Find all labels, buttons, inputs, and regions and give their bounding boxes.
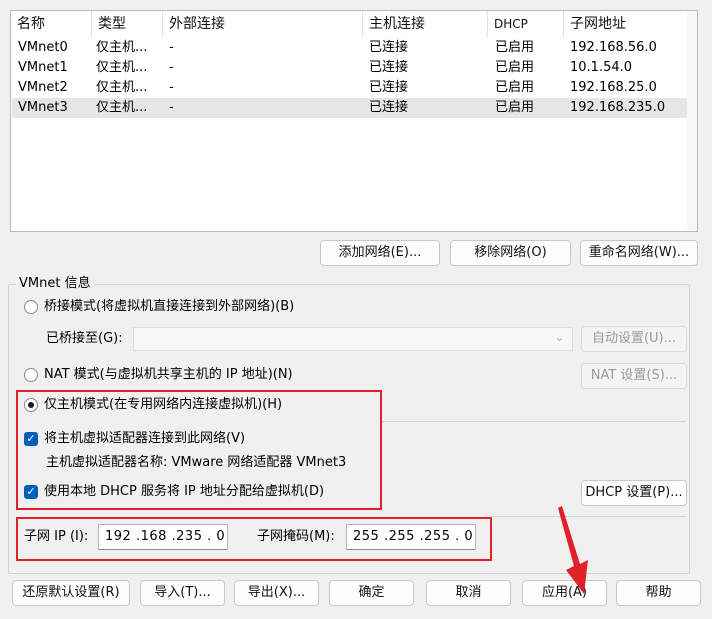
chevron-down-icon: ⌄ [554, 331, 564, 344]
group-title: VMnet 信息 [16, 275, 94, 293]
highlight-subnet-box [16, 517, 492, 561]
cell-subnet: 192.168.56.0 [570, 40, 657, 55]
bridged-to-dropdown[interactable]: ⌄ [133, 327, 573, 351]
rename-network-button[interactable]: 重命名网络(W)... [580, 240, 698, 266]
restore-defaults-button[interactable]: 还原默认设置(R) [12, 580, 130, 606]
cell-host: 已连接 [369, 100, 409, 115]
bridged-to-label: 已桥接至(G): [46, 331, 123, 346]
nat-radio[interactable] [24, 368, 38, 382]
table-row[interactable]: VMnet0 仅主机... - 已连接 已启用 192.168.56.0 [12, 38, 687, 58]
cell-host: 已连接 [369, 40, 409, 55]
cell-host: 已连接 [369, 80, 409, 95]
import-button[interactable]: 导入(T)... [140, 580, 225, 606]
cell-type: 仅主机... [96, 100, 148, 115]
network-list[interactable]: 名称 类型 外部连接 主机连接 DHCP 子网地址 VMnet0 仅主机... - 已… [10, 10, 698, 232]
remove-network-button[interactable]: 移除网络(O) [450, 240, 571, 266]
add-network-button[interactable]: 添加网络(E)... [320, 240, 440, 266]
divider [380, 421, 686, 422]
cell-subnet: 192.168.25.0 [570, 80, 657, 95]
bridged-radio[interactable] [24, 300, 38, 314]
col-header-name[interactable]: 名称 [11, 11, 91, 37]
cell-name: VMnet0 [18, 40, 68, 55]
cell-name: VMnet1 [18, 60, 68, 75]
cell-name: VMnet2 [18, 80, 68, 95]
export-button[interactable]: 导出(X)... [234, 580, 319, 606]
annotation-arrow-icon [558, 506, 588, 594]
col-header-subnet[interactable]: 子网地址 [563, 11, 687, 37]
cell-external: - [169, 100, 174, 115]
cell-type: 仅主机... [96, 40, 148, 55]
cell-external: - [169, 40, 174, 55]
table-scrollbar[interactable] [687, 11, 697, 231]
table-row[interactable]: VMnet2 仅主机... - 已连接 已启用 192.168.25.0 [12, 78, 687, 98]
col-header-external[interactable]: 外部连接 [162, 11, 362, 37]
cell-host: 已连接 [369, 60, 409, 75]
help-button[interactable]: 帮助 [616, 580, 701, 606]
table-row[interactable]: VMnet1 仅主机... - 已连接 已启用 10.1.54.0 [12, 58, 687, 78]
auto-settings-button[interactable]: 自动设置(U)... [581, 326, 687, 352]
cell-type: 仅主机... [96, 60, 148, 75]
bridged-radio-label[interactable]: 桥接模式(将虚拟机直接连接到外部网络)(B) [44, 298, 294, 316]
cell-external: - [169, 80, 174, 95]
cell-subnet: 10.1.54.0 [570, 60, 633, 75]
cell-type: 仅主机... [96, 80, 148, 95]
highlight-host-only-box [16, 390, 382, 510]
cancel-button[interactable]: 取消 [426, 580, 511, 606]
cell-subnet: 192.168.235.0 [570, 100, 666, 115]
cell-external: - [169, 60, 174, 75]
nat-settings-button[interactable]: NAT 设置(S)... [581, 363, 687, 389]
cell-dhcp: 已启用 [495, 80, 535, 95]
cell-dhcp: 已启用 [495, 40, 535, 55]
nat-radio-label[interactable]: NAT 模式(与虚拟机共享主机的 IP 地址)(N) [44, 366, 293, 384]
cell-dhcp: 已启用 [495, 60, 535, 75]
ok-button[interactable]: 确定 [329, 580, 414, 606]
col-header-dhcp[interactable]: DHCP [487, 11, 563, 37]
table-row[interactable]: VMnet3 仅主机... - 已连接 已启用 192.168.235.0 [12, 98, 687, 118]
cell-name: VMnet3 [18, 100, 68, 115]
col-header-host[interactable]: 主机连接 [362, 11, 487, 37]
col-header-type[interactable]: 类型 [91, 11, 162, 37]
cell-dhcp: 已启用 [495, 100, 535, 115]
